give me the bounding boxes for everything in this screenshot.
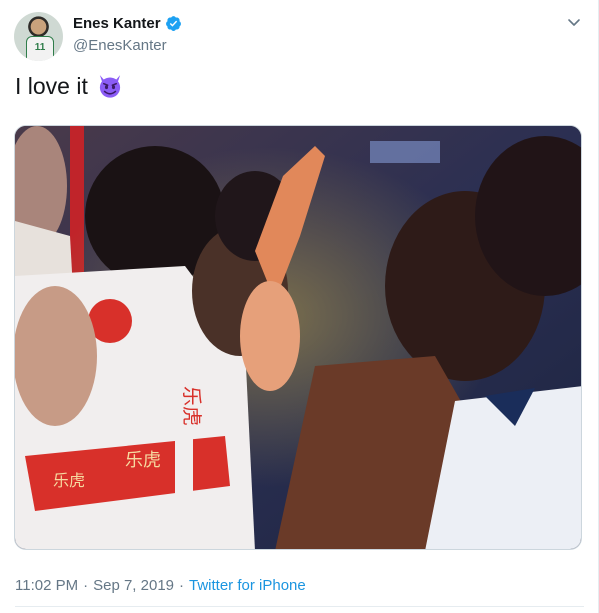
handle[interactable]: @EnesKanter xyxy=(73,37,167,54)
tweet-text: I love it xyxy=(15,72,88,99)
basketball-photo: 乐虎 乐虎 乐虎 xyxy=(15,126,581,549)
chevron-down-icon[interactable] xyxy=(566,14,582,30)
verified-badge-icon xyxy=(165,16,181,31)
tweet-time[interactable]: 11:02 PM xyxy=(15,577,78,594)
avatar[interactable]: 11 xyxy=(14,12,63,61)
jersey-sponsor-text-2: 乐虎 xyxy=(53,471,85,490)
author-row: Enes Kanter xyxy=(73,15,182,32)
tweet-source-link[interactable]: Twitter for iPhone xyxy=(189,577,306,594)
display-name[interactable]: Enes Kanter xyxy=(73,15,161,32)
tweet-meta: 11:02 PM · Sep 7, 2019 · Twitter for iPh… xyxy=(15,577,306,594)
tweet-card: 11 Enes Kanter @EnesKanter I love it 乐虎 … xyxy=(0,0,599,613)
jersey-sponsor-text: 乐虎 xyxy=(125,450,161,471)
meta-separator-2: · xyxy=(179,577,184,594)
tweet-text-row: I love it xyxy=(15,72,124,100)
meta-separator: · xyxy=(83,577,89,594)
jersey-side-text: 乐虎 xyxy=(180,386,204,426)
tweet-date[interactable]: Sep 7, 2019 xyxy=(93,577,174,594)
tweet-media-image[interactable]: 乐虎 乐虎 乐虎 xyxy=(14,125,582,550)
avatar-jersey: 11 xyxy=(26,36,54,61)
divider xyxy=(15,606,584,607)
smiling-imp-emoji xyxy=(99,75,120,98)
